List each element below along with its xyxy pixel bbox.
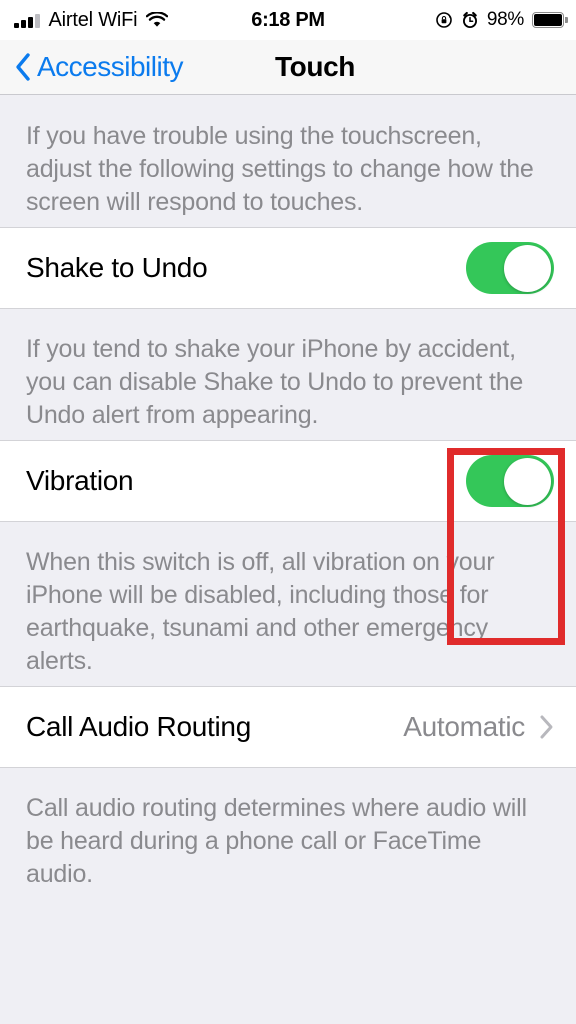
chevron-right-icon: [539, 714, 554, 740]
settings-list: If you have trouble using the touchscree…: [0, 96, 576, 899]
iphone-settings-screen: Airtel WiFi 6:18 PM 98% Accessibility To…: [0, 0, 576, 1024]
toggle-knob: [504, 244, 551, 292]
row-shake-to-undo[interactable]: Shake to Undo: [0, 227, 576, 309]
battery-percent-label: 98%: [486, 9, 524, 30]
call-audio-routing-footer-text: Call audio routing determines where audi…: [26, 794, 527, 888]
page-title: Touch: [275, 51, 355, 82]
call-audio-routing-label: Call Audio Routing: [26, 711, 251, 742]
navigation-bar: Accessibility Touch: [0, 40, 576, 95]
vibration-footer-text: When this switch is off, all vibration o…: [26, 548, 495, 675]
shake-to-undo-toggle[interactable]: [466, 242, 554, 294]
row-call-audio-routing[interactable]: Call Audio Routing Automatic: [0, 686, 576, 768]
status-bar: Airtel WiFi 6:18 PM 98%: [0, 0, 576, 40]
vibration-toggle[interactable]: [466, 455, 554, 507]
intro-footer-text: If you have trouble using the touchscree…: [26, 122, 534, 216]
alarm-clock-icon: [461, 11, 479, 29]
rotation-lock-icon: [435, 11, 453, 29]
call-audio-routing-value: Automatic: [403, 711, 525, 742]
vibration-label: Vibration: [26, 465, 134, 496]
row-vibration[interactable]: Vibration: [0, 440, 576, 522]
shake-to-undo-footer-text: If you tend to shake your iPhone by acci…: [26, 335, 524, 429]
status-bar-right: 98%: [435, 9, 568, 31]
shake-to-undo-label: Shake to Undo: [26, 252, 208, 283]
toggle-knob: [504, 457, 551, 505]
battery-full-icon: [532, 12, 568, 28]
